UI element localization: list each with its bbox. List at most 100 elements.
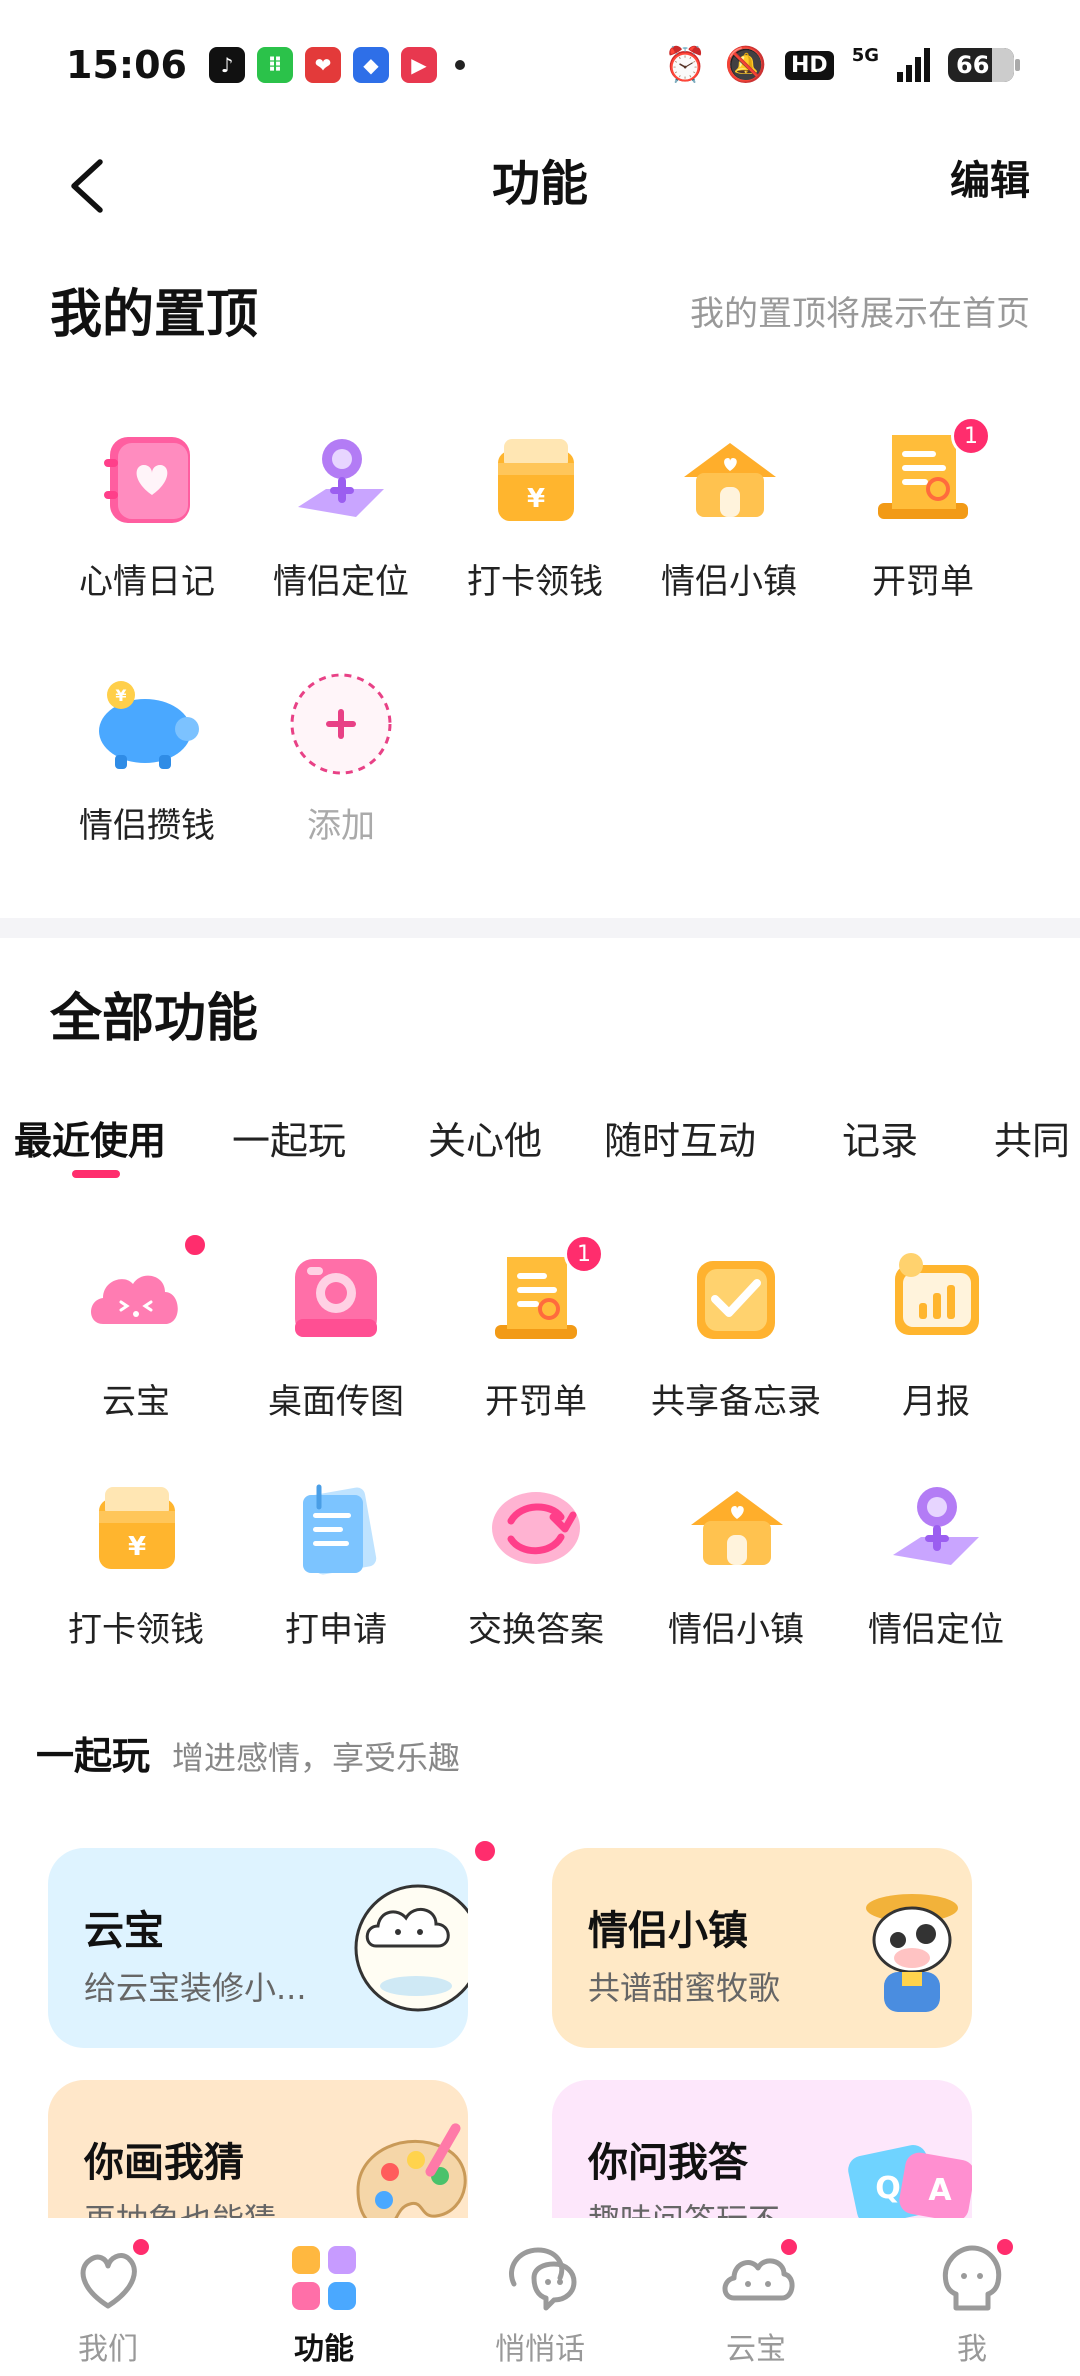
feature-item-application[interactable]: 打申请 <box>246 1468 426 1651</box>
pinned-section-header: 我的置顶 <box>50 272 258 347</box>
feature-item-couple-town[interactable]: 情侣小镇 <box>646 1468 826 1651</box>
tab-recent[interactable]: 最近使用 <box>14 1110 166 1165</box>
page-title: 功能 <box>491 156 588 212</box>
feature-label: 开罚单 <box>485 1382 587 1422</box>
bottom-nav-cloud[interactable]: 云宝 <box>648 2218 864 2376</box>
tab-shared[interactable]: 共同 <box>994 1110 1070 1165</box>
all-features-header: 全部功能 <box>50 976 258 1051</box>
mood-diary-icon <box>87 420 207 540</box>
mute-icon: 🔕 <box>724 45 767 85</box>
bottom-nav-us[interactable]: 我们 <box>0 2218 216 2376</box>
feature-item-checkin-reward[interactable]: ¥ 打卡领钱 <box>46 1468 226 1651</box>
pinned-label: 情侣攒钱 <box>79 806 215 846</box>
bottom-nav-label: 我 <box>957 2332 987 2367</box>
feature-item-cloud-pet[interactable]: 云宝 <box>46 1232 226 1423</box>
svg-text:Q: Q <box>875 2171 901 2206</box>
couple-town-icon <box>676 1468 796 1588</box>
pinned-label: 情侣定位 <box>273 562 409 602</box>
piggy-bank-icon: ¥ <box>87 664 207 784</box>
feature-label: 打申请 <box>285 1610 387 1650</box>
tab-care[interactable]: 关心他 <box>428 1110 542 1165</box>
feature-label: 月报 <box>902 1382 970 1422</box>
card-title: 你画我猜 <box>84 2140 244 2186</box>
bottom-nav: 我们 功能 悄悄话 云宝 我 <box>0 2218 1080 2376</box>
tab-record[interactable]: 记录 <box>842 1110 918 1165</box>
card-cloud-pet-dot <box>472 1838 498 1864</box>
play-together-desc: 增进感情，享受乐趣 <box>172 1739 461 1777</box>
signal-icon <box>897 48 930 82</box>
pinned-item-mood-diary[interactable]: 心情日记 <box>57 420 237 603</box>
more-notifications-icon <box>454 60 465 70</box>
bottom-nav-label: 我们 <box>78 2332 138 2367</box>
cloud-pet-illustration-icon <box>354 1884 468 2012</box>
feature-item-desktop-photo[interactable]: 桌面传图 <box>246 1240 426 1423</box>
active-tab-indicator <box>72 1170 120 1178</box>
bottom-nav-label: 云宝 <box>726 2332 786 2367</box>
bottom-nav-label: 悄悄话 <box>495 2332 585 2367</box>
feature-item-ticket[interactable]: 1 开罚单 <box>446 1234 626 1423</box>
cow-farmer-illustration-icon <box>866 1894 958 2012</box>
pinned-item-couple-location[interactable]: 情侣定位 <box>251 420 431 603</box>
camera-icon <box>276 1240 396 1360</box>
card-subtitle: 共谱甜蜜牧歌 <box>588 1969 781 2007</box>
status-time: 15:06 <box>66 43 187 87</box>
pinned-label: 心情日记 <box>79 562 215 602</box>
tab-interact[interactable]: 随时互动 <box>604 1110 756 1165</box>
back-icon[interactable] <box>60 156 120 216</box>
feature-label: 桌面传图 <box>268 1382 404 1422</box>
exchange-icon <box>476 1468 596 1588</box>
chat-icon <box>509 2247 577 2311</box>
all-features-title: 全部功能 <box>50 989 259 1049</box>
pinned-title: 我的置顶 <box>50 285 259 345</box>
checkin-reward-icon: ¥ <box>475 420 595 540</box>
play-together-header: 一起玩 增进感情，享受乐趣 <box>36 1725 460 1780</box>
pinned-label: 添加 <box>307 806 375 846</box>
svg-text:A: A <box>928 2173 952 2208</box>
couple-location-icon <box>281 420 401 540</box>
feature-tabs: 最近使用 一起玩 关心他 随时互动 记录 共同 <box>0 1100 1080 1180</box>
card-title: 你问我答 <box>588 2140 748 2186</box>
play-together-title: 一起玩 <box>36 1734 151 1778</box>
feature-label: 云宝 <box>102 1382 170 1422</box>
pinned-item-add[interactable]: 添加 <box>251 664 431 847</box>
bottom-nav-cloud-dot <box>778 2236 800 2258</box>
svg-text:¥: ¥ <box>115 686 126 705</box>
couple-town-icon <box>669 420 789 540</box>
grid-icon <box>292 2246 356 2310</box>
cloud-pet-dot <box>182 1232 208 1258</box>
card-couple-town[interactable]: 情侣小镇 共谱甜蜜牧歌 <box>552 1848 972 2048</box>
card-cloud-pet[interactable]: 云宝 给云宝装修小... <box>48 1848 468 2048</box>
bottom-nav-label: 功能 <box>294 2332 354 2367</box>
feature-label: 情侣定位 <box>868 1610 1004 1650</box>
tab-play-together[interactable]: 一起玩 <box>232 1110 346 1165</box>
feature-item-couple-location[interactable]: 情侣定位 <box>846 1468 1026 1651</box>
edit-button[interactable]: 编辑 <box>950 148 1030 206</box>
bottom-nav-features[interactable]: 功能 <box>216 2218 432 2376</box>
status-indicators: ⏰ 🔕 HD 5G 66 <box>664 45 1020 85</box>
pinned-label: 情侣小镇 <box>661 562 797 602</box>
checkin-reward-icon: ¥ <box>76 1468 196 1588</box>
feature-item-shared-memo[interactable]: 共享备忘录 <box>646 1240 826 1423</box>
bottom-nav-whisper[interactable]: 悄悄话 <box>432 2218 648 2376</box>
pinned-item-piggy-bank[interactable]: ¥ 情侣攒钱 <box>57 664 237 847</box>
bottom-nav-me[interactable]: 我 <box>864 2218 1080 2376</box>
heart-app-icon: ❤ <box>304 47 341 83</box>
status-app-icons: ♪ ⠿ ❤ ◆ ▶ <box>208 47 437 83</box>
card-subtitle: 给云宝装修小... <box>84 1969 307 2007</box>
pinned-item-ticket[interactable]: 1 开罚单 <box>833 416 1013 603</box>
pinned-hint: 我的置顶将展示在首页 <box>690 294 1030 334</box>
pinned-item-couple-town[interactable]: 情侣小镇 <box>639 420 819 603</box>
feature-item-monthly-report[interactable]: 月报 <box>846 1240 1026 1423</box>
ticket-icon: 1 <box>863 416 991 540</box>
cloud-pet-icon <box>76 1232 208 1360</box>
feature-label: 交换答案 <box>468 1610 604 1650</box>
ticket-badge: 1 <box>951 416 991 456</box>
feature-item-exchange-answers[interactable]: 交换答案 <box>446 1468 626 1651</box>
tiktok-icon: ♪ <box>208 47 245 83</box>
nav-bar: 功能 编辑 <box>0 130 1080 240</box>
wechat-mini-icon: ⠿ <box>256 47 293 83</box>
pinned-label: 打卡领钱 <box>467 562 603 602</box>
pinned-item-checkin-reward[interactable]: ¥ 打卡领钱 <box>445 420 625 603</box>
ticket-icon: 1 <box>476 1234 604 1360</box>
network-label: 5G <box>851 45 879 66</box>
